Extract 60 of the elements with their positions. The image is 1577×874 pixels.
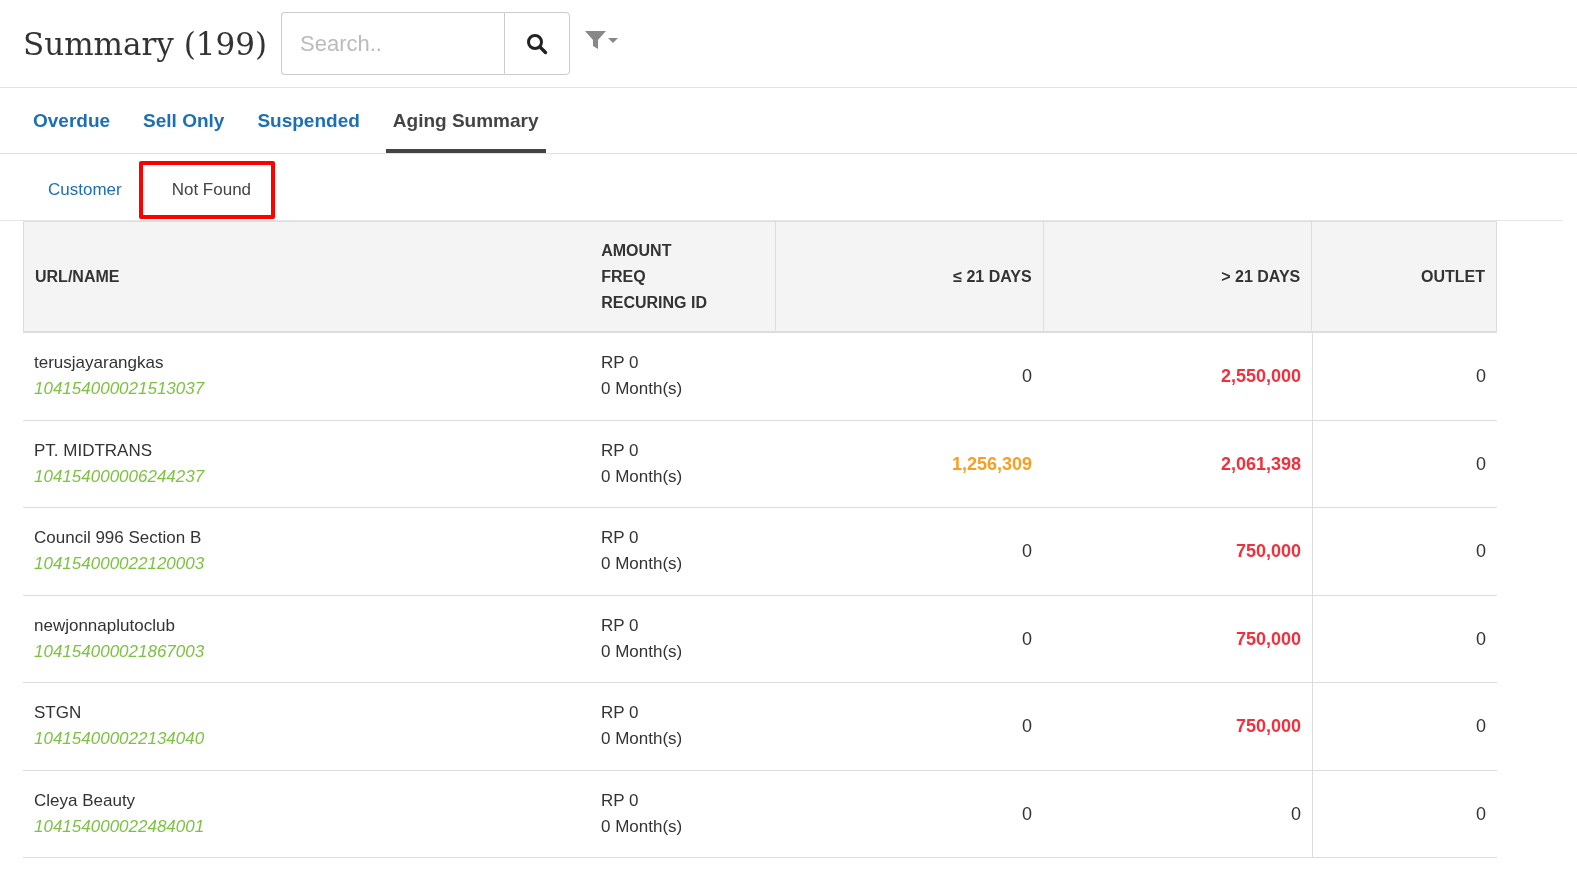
- customer-id: 104154000022484001: [34, 815, 206, 838]
- table-cell-text: 2,061,398: [1220, 452, 1301, 476]
- table-cell-text: 0: [1291, 802, 1301, 826]
- amount-text: RP 0: [601, 702, 640, 725]
- table-cell-text: 0: [1476, 540, 1486, 564]
- tab[interactable]: Aging Summary: [385, 88, 546, 153]
- freq-text: 0 Month(s): [601, 728, 684, 751]
- tab[interactable]: Suspended: [250, 88, 367, 153]
- table-cell-text: 750,000: [1235, 540, 1301, 564]
- table-cell-text: 750,000: [1235, 627, 1301, 651]
- customer-id: 104154000021867003: [34, 640, 206, 663]
- column-header: ≤ 21 DAYS: [953, 266, 1032, 287]
- customer-id: 104154000022120003: [34, 553, 206, 576]
- sub-tab[interactable]: Not Found: [142, 164, 272, 215]
- freq-text: 0 Month(s): [601, 640, 684, 663]
- table-cell-text: 2,550,000: [1220, 365, 1301, 389]
- table-cell-text: 0: [1022, 540, 1032, 564]
- tab[interactable]: Overdue: [26, 88, 118, 153]
- amount-text: RP 0: [601, 527, 640, 550]
- column-header: > 21 DAYS: [1221, 266, 1301, 287]
- customer-id: 104154000006244237: [34, 465, 206, 488]
- search-button[interactable]: [504, 12, 571, 75]
- customer-name: terusjayarangkas: [34, 352, 165, 375]
- customer-name: Cleya Beauty: [34, 789, 137, 812]
- customer-name: PT. MIDTRANS: [34, 439, 154, 462]
- search-field[interactable]: Search..: [281, 12, 505, 75]
- sub-tab[interactable]: Customer: [35, 160, 135, 219]
- amount-text: RP 0: [601, 789, 640, 812]
- table-cell-text: 1,256,309: [951, 452, 1032, 476]
- customer-name: Council 996 Section B: [34, 527, 203, 550]
- table-cell-text: 750,000: [1235, 715, 1301, 739]
- table-cell-text: 0: [1476, 802, 1486, 826]
- column-header: AMOUNT: [601, 240, 673, 261]
- table-cell-text: 0: [1476, 452, 1486, 476]
- freq-text: 0 Month(s): [601, 815, 684, 838]
- page-title: Summary (199): [23, 25, 268, 62]
- column-header: FREQ: [601, 266, 647, 287]
- column-header: RECURING ID: [601, 292, 708, 313]
- filter-icon[interactable]: [584, 28, 621, 51]
- amount-text: RP 0: [601, 439, 640, 462]
- freq-text: 0 Month(s): [601, 465, 684, 488]
- column-header: URL/NAME: [35, 266, 121, 287]
- tab[interactable]: Sell Only: [136, 88, 232, 153]
- table-cell-text: 0: [1022, 627, 1032, 651]
- table-cell-text: 0: [1476, 627, 1486, 651]
- customer-id: 104154000022134040: [34, 728, 206, 751]
- customer-name: newjonnaplutoclub: [34, 614, 176, 637]
- customer-name: STGN: [34, 702, 83, 725]
- freq-text: 0 Month(s): [601, 553, 684, 576]
- customer-id: 104154000021513037: [34, 378, 206, 401]
- column-header: OUTLET: [1421, 266, 1485, 287]
- amount-text: RP 0: [601, 614, 640, 637]
- table-cell-text: 0: [1476, 715, 1486, 739]
- table-cell-text: 0: [1022, 365, 1032, 389]
- table-cell-text: 0: [1476, 365, 1486, 389]
- table-cell-text: 0: [1022, 802, 1032, 826]
- search-icon: [526, 32, 549, 55]
- amount-text: RP 0: [601, 352, 640, 375]
- freq-text: 0 Month(s): [601, 378, 684, 401]
- table-cell-text: 0: [1022, 715, 1032, 739]
